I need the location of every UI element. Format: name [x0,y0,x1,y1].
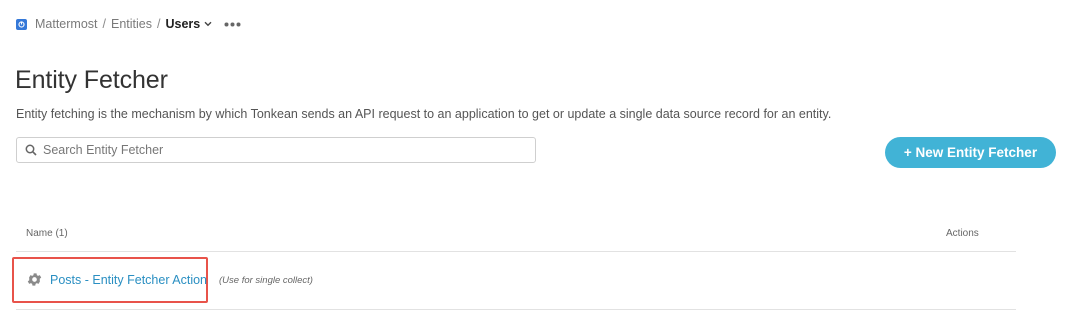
entity-fetcher-page: Mattermost / Entities / Users Entity Fet… [0,0,1077,335]
breadcrumb-separator: / [102,17,106,31]
new-entity-fetcher-button[interactable]: + New Entity Fetcher [885,137,1056,168]
breadcrumb-item-mattermost[interactable]: Mattermost [35,17,98,31]
page-description: Entity fetching is the mechanism by whic… [16,107,832,121]
chevron-down-icon [204,21,212,27]
search-input[interactable] [43,139,535,161]
entity-fetcher-link[interactable]: Posts - Entity Fetcher Action [50,273,207,287]
breadcrumb-current-label: Users [165,17,201,31]
more-horizontal-icon[interactable] [224,22,241,27]
breadcrumb: Mattermost / Entities / Users [16,15,241,33]
breadcrumb-item-entities[interactable]: Entities [111,17,152,31]
table-header: Name (1) Actions [16,222,1016,252]
column-header-actions: Actions [946,228,979,239]
gear-icon [26,271,43,288]
row-note: (Use for single collect) [219,275,313,286]
breadcrumb-current-users[interactable]: Users [165,17,212,31]
breadcrumb-separator: / [157,17,161,31]
page-title: Entity Fetcher [15,66,168,94]
search-box[interactable] [16,137,536,163]
search-icon [25,144,37,156]
column-header-name: Name (1) [26,228,68,239]
mattermost-logo-icon [16,18,27,30]
